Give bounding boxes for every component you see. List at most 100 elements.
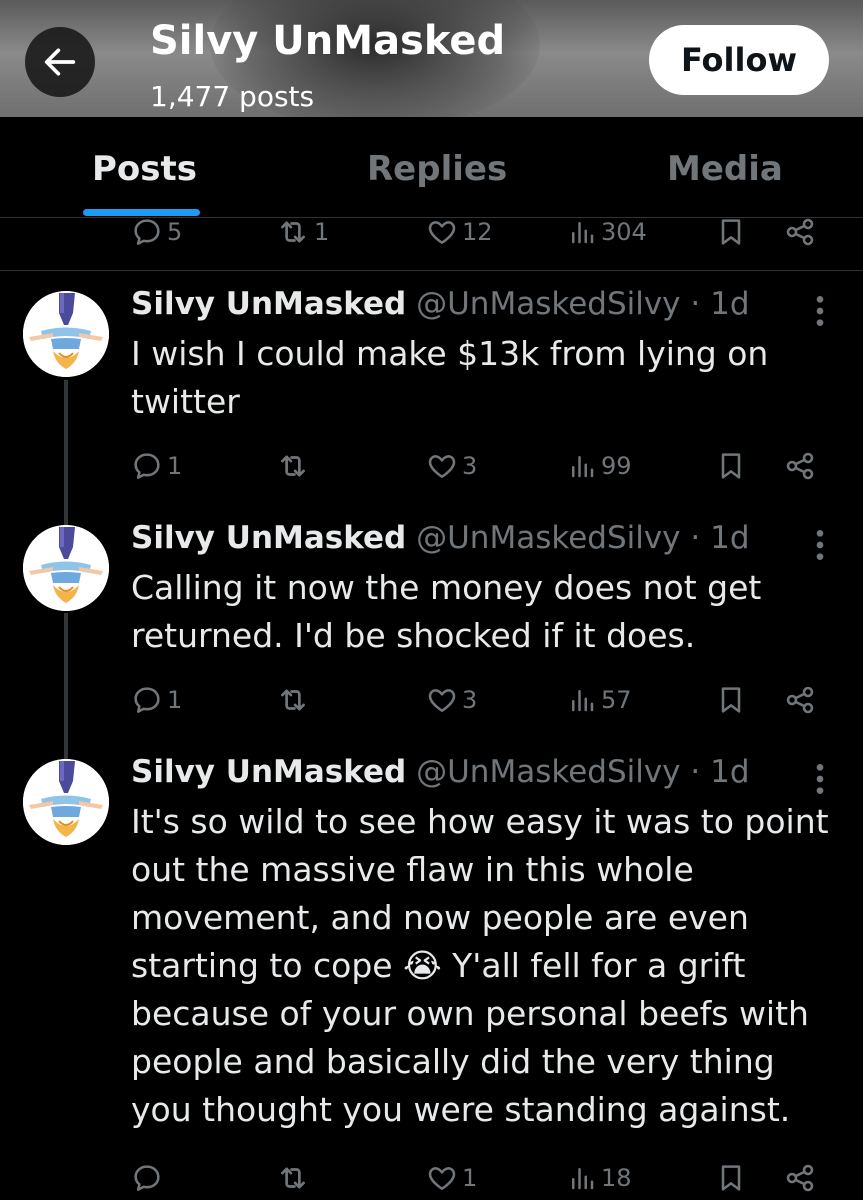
- views-button[interactable]: 18: [567, 1156, 632, 1200]
- post-header: Silvy UnMasked @UnMaskedSilvy · 1d: [131, 520, 750, 560]
- post-header: Silvy UnMasked @UnMaskedSilvy · 1d: [131, 754, 750, 794]
- bar-chart-icon: [567, 1163, 597, 1193]
- view-count: 18: [601, 1164, 632, 1192]
- tab-media[interactable]: Media: [667, 149, 783, 189]
- arrow-left-icon: [44, 48, 76, 76]
- heart-icon: [426, 1162, 458, 1194]
- separator-dot: ·: [690, 520, 701, 556]
- views-button[interactable]: 304: [567, 210, 647, 254]
- avatar[interactable]: [23, 291, 109, 377]
- vertical-dots-icon[interactable]: [810, 291, 830, 331]
- post-text: I wish I could make $13k from lying on t…: [131, 334, 769, 421]
- like-button[interactable]: 3: [426, 444, 477, 488]
- like-count: 3: [462, 452, 478, 480]
- author-handle[interactable]: @UnMaskedSilvy: [416, 520, 680, 556]
- follow-button[interactable]: Follow: [649, 25, 829, 95]
- bookmark-icon: [715, 216, 747, 248]
- share-button[interactable]: [784, 210, 816, 254]
- repost-button[interactable]: 1: [276, 210, 329, 254]
- like-count: 1: [462, 1164, 478, 1192]
- share-icon: [784, 450, 816, 482]
- post-count: 1,477 posts: [150, 80, 315, 113]
- share-icon: [784, 216, 816, 248]
- avatar-image: [23, 759, 109, 845]
- avatar-image: [23, 291, 109, 377]
- separator-dot: ·: [690, 754, 701, 790]
- like-button[interactable]: 1: [426, 1156, 477, 1200]
- reply-count: 5: [167, 218, 183, 246]
- back-button[interactable]: [25, 27, 95, 97]
- share-button[interactable]: [784, 678, 816, 722]
- vertical-dots-icon[interactable]: [810, 759, 830, 799]
- repost-arrows-icon: [276, 215, 310, 249]
- repost-count: 1: [314, 218, 330, 246]
- author-name[interactable]: Silvy UnMasked: [131, 286, 406, 322]
- author-name[interactable]: Silvy UnMasked: [131, 754, 406, 790]
- bookmark-button[interactable]: [715, 1156, 747, 1200]
- author-handle[interactable]: @UnMaskedSilvy: [416, 754, 680, 790]
- author-name[interactable]: Silvy UnMasked: [131, 520, 406, 556]
- speech-bubble-icon: [131, 216, 163, 248]
- bar-chart-icon: [567, 217, 597, 247]
- bookmark-icon: [715, 1162, 747, 1194]
- vertical-dots-icon[interactable]: [810, 525, 830, 565]
- repost-arrows-icon: [276, 683, 310, 717]
- speech-bubble-icon: [131, 684, 163, 716]
- post-time[interactable]: 1d: [710, 754, 749, 790]
- reply-button[interactable]: 1: [131, 678, 182, 722]
- profile-tabs: Posts Replies Media: [0, 117, 863, 218]
- bookmark-button[interactable]: [715, 444, 747, 488]
- bookmark-icon: [715, 684, 747, 716]
- post-text: It's so wild to see how easy it was to p…: [131, 802, 829, 1129]
- bar-chart-icon: [567, 685, 597, 715]
- post-time[interactable]: 1d: [710, 520, 749, 556]
- share-icon: [784, 1162, 816, 1194]
- repost-arrows-icon: [276, 1161, 310, 1195]
- separator-dot: ·: [690, 286, 701, 322]
- post-header: Silvy UnMasked @UnMaskedSilvy · 1d: [131, 286, 750, 326]
- tab-replies[interactable]: Replies: [367, 149, 507, 189]
- bookmark-button[interactable]: [715, 678, 747, 722]
- share-button[interactable]: [784, 1156, 816, 1200]
- repost-button[interactable]: [276, 1156, 310, 1200]
- views-button[interactable]: 57: [567, 678, 632, 722]
- view-count: 99: [601, 452, 632, 480]
- avatar-image: [23, 525, 109, 611]
- avatar[interactable]: [23, 525, 109, 611]
- heart-icon: [426, 684, 458, 716]
- bookmark-icon: [715, 450, 747, 482]
- post-actions: 5 1 12 304: [0, 210, 863, 254]
- like-count: 3: [462, 686, 478, 714]
- post-time[interactable]: 1d: [710, 286, 749, 322]
- share-button[interactable]: [784, 444, 816, 488]
- profile-name: Silvy UnMasked: [150, 18, 506, 64]
- heart-icon: [426, 450, 458, 482]
- repost-button[interactable]: [276, 444, 310, 488]
- bookmark-button[interactable]: [715, 210, 747, 254]
- repost-arrows-icon: [276, 449, 310, 483]
- post-divider: [0, 270, 863, 271]
- profile-header: Silvy UnMasked 1,477 posts Follow: [0, 0, 863, 117]
- reply-count: 1: [167, 686, 183, 714]
- view-count: 304: [601, 218, 647, 246]
- view-count: 57: [601, 686, 632, 714]
- like-button[interactable]: 3: [426, 678, 477, 722]
- speech-bubble-icon: [131, 1162, 163, 1194]
- speech-bubble-icon: [131, 450, 163, 482]
- heart-icon: [426, 216, 458, 248]
- post-actions: 1 18: [0, 1156, 863, 1200]
- author-handle[interactable]: @UnMaskedSilvy: [416, 286, 680, 322]
- share-icon: [784, 684, 816, 716]
- reply-button[interactable]: 1: [131, 444, 182, 488]
- bar-chart-icon: [567, 451, 597, 481]
- repost-button[interactable]: [276, 678, 310, 722]
- reply-button[interactable]: 5: [131, 210, 182, 254]
- reply-count: 1: [167, 452, 183, 480]
- tab-posts[interactable]: Posts: [92, 149, 197, 189]
- avatar[interactable]: [23, 759, 109, 845]
- post-text: Calling it now the money does not get re…: [131, 568, 762, 655]
- like-button[interactable]: 12: [426, 210, 493, 254]
- views-button[interactable]: 99: [567, 444, 632, 488]
- post-actions: 1 3 99: [0, 444, 863, 488]
- reply-button[interactable]: [131, 1156, 163, 1200]
